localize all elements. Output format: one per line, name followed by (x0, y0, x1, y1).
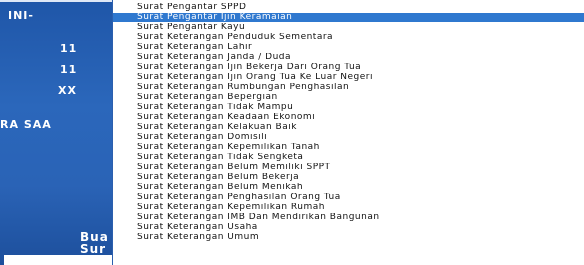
panel-label-5: RA SAA (0, 118, 52, 131)
menu-item[interactable]: Surat Keterangan Keadaan Ekonomi (113, 113, 584, 122)
panel-bottom-strip (4, 255, 112, 265)
menu-item[interactable]: Surat Keterangan Kepemilikan Rumah (113, 203, 584, 212)
left-panel: INI- 11 11 XX RA SAA Bua Sur (0, 0, 112, 265)
menu-item[interactable]: Surat Keterangan Belum Menikah (113, 183, 584, 192)
menu-item[interactable]: Surat Keterangan Usaha (113, 223, 584, 232)
menu-item[interactable]: Surat Keterangan Belum Memiliki SPPT (113, 163, 584, 172)
menu-item[interactable]: Surat Keterangan Janda / Duda (113, 53, 584, 62)
menu-item[interactable]: Surat Keterangan Umum (113, 233, 584, 242)
panel-label-7: Sur (80, 242, 107, 256)
panel-label-1: INI- (8, 9, 34, 22)
menu-item[interactable]: Surat Keterangan Tidak Mampu (113, 103, 584, 112)
menu-item-selected[interactable]: Surat Pengantar Ijin Keramaian (113, 13, 584, 22)
menu-item[interactable]: Surat Keterangan Belum Bekerja (113, 173, 584, 182)
menu-item[interactable]: Surat Keterangan Ijin Orang Tua Ke Luar … (113, 73, 584, 82)
dropdown-menu[interactable]: Surat Pengantar SPPD Surat Pengantar Iji… (112, 0, 584, 265)
menu-item[interactable]: Surat Keterangan IMB Dan Mendirikan Bang… (113, 213, 584, 222)
menu-item[interactable]: Surat Pengantar SPPD (113, 3, 584, 12)
menu-item[interactable]: Surat Keterangan Kelakuan Baik (113, 123, 584, 132)
panel-label-2: 11 (60, 42, 78, 55)
menu-item[interactable]: Surat Keterangan Domisili (113, 133, 584, 142)
panel-label-4: XX (58, 84, 77, 97)
menu-item[interactable]: Surat Pengantar Kayu (113, 23, 584, 32)
menu-item[interactable]: Surat Keterangan Penduduk Sementara (113, 33, 584, 42)
menu-item[interactable]: Surat Keterangan Ijin Bekerja Dari Orang… (113, 63, 584, 72)
panel-top-strip (0, 0, 112, 2)
menu-item[interactable]: Surat Keterangan Tidak Sengketa (113, 153, 584, 162)
menu-item[interactable]: Surat Keterangan Rumbungan Penghasilan (113, 83, 584, 92)
menu-item[interactable]: Surat Keterangan Lahir (113, 43, 584, 52)
menu-item[interactable]: Surat Keterangan Bepergian (113, 93, 584, 102)
menu-item[interactable]: Surat Keterangan Penghasilan Orang Tua (113, 193, 584, 202)
menu-item[interactable]: Surat Keterangan Kepemilikan Tanah (113, 143, 584, 152)
panel-label-3: 11 (60, 63, 78, 76)
